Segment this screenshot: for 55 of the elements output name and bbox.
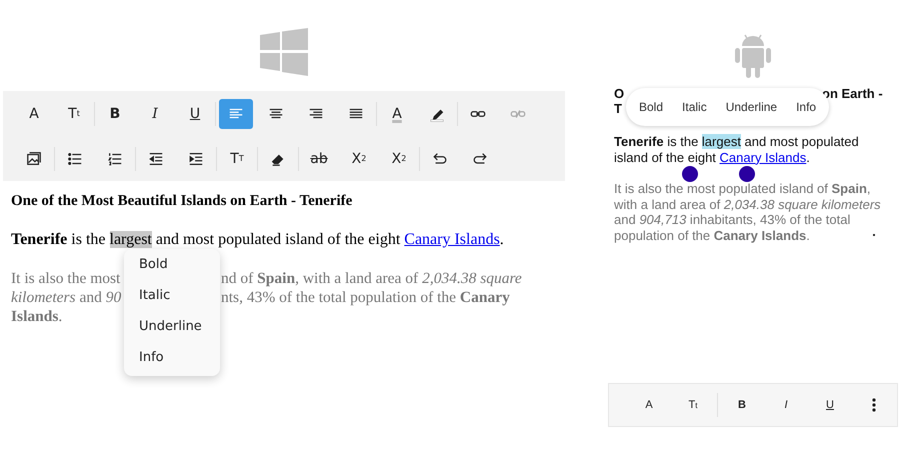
text-line: Tenerife is the [614,134,700,149]
text-line: Tenerife is the [11,231,106,248]
link[interactable]: Canary Islands [720,150,806,164]
text-line: and most populated [744,134,859,149]
italic-button[interactable]: I [771,391,801,419]
link[interactable]: Canary Islands [404,231,500,248]
text-line: nd of Spain, with a land area of 2,034.38 square [221,270,522,287]
text-line: kilometers and 90 [11,289,122,306]
text-line: with a land area of 2,034.38 square kilometers [614,196,881,212]
format-button[interactable]: A [634,391,664,419]
document-heading: One of the Most Beautiful Islands on Earth - Tenerife [11,193,354,210]
menu-item[interactable]: Italic [682,100,707,114]
bold-button[interactable]: B [98,98,132,128]
underline-button[interactable]: U [815,391,845,419]
selected-text: largest [702,134,741,149]
text-line: T [614,101,622,116]
redo-icon [472,150,488,166]
text-line: Islands. [11,308,62,325]
windows-logo-icon [260,28,308,76]
format-button[interactable]: X$^{2}$ [382,144,416,174]
menu-item[interactable]: Info [124,342,220,373]
menu-item[interactable]: Info [796,100,816,114]
text-line: . [500,231,504,248]
font-color-button[interactable]: A [380,98,414,128]
dot-mark [873,234,875,236]
text-line: . [806,150,810,164]
menu-item[interactable]: Underline [124,311,220,342]
numbered-list-icon [107,150,123,166]
indent-icon [188,150,204,166]
selected-text: largest [110,231,152,248]
outdent-icon [148,150,164,166]
selection-handle[interactable] [739,166,755,182]
text-line: population of the Canary Islands. [614,228,810,242]
italic-button[interactable]: I [138,98,172,128]
bold-button[interactable]: B [727,391,757,419]
undo-icon [432,150,448,166]
text-line: It is also the most populated island of Spain, [614,181,871,196]
align-left-button[interactable] [219,98,253,128]
format-button[interactable]: A [17,98,51,128]
selection-handle[interactable] [682,166,698,182]
text-line: O [614,86,624,101]
bullet-list-icon [67,150,83,166]
strikethrough-button[interactable]: ab [302,144,336,174]
underline-button[interactable]: U [178,98,212,128]
more-icon [872,398,876,412]
text-line: island of the eight [614,150,717,164]
menu-item[interactable]: Underline [726,100,778,114]
text-line: nts, 43% of the total population of the Canary [221,289,510,306]
menu-item[interactable]: Italic [124,280,220,311]
text-line: and most populated island of the eight [154,231,402,248]
menu-item[interactable]: Bold [124,249,220,280]
menu-item[interactable]: Bold [639,100,664,114]
image-icon [26,150,42,166]
text-line: and 904,713 inhabitants, 43% of the total [614,212,850,227]
text-line: It is also the most [11,270,120,287]
